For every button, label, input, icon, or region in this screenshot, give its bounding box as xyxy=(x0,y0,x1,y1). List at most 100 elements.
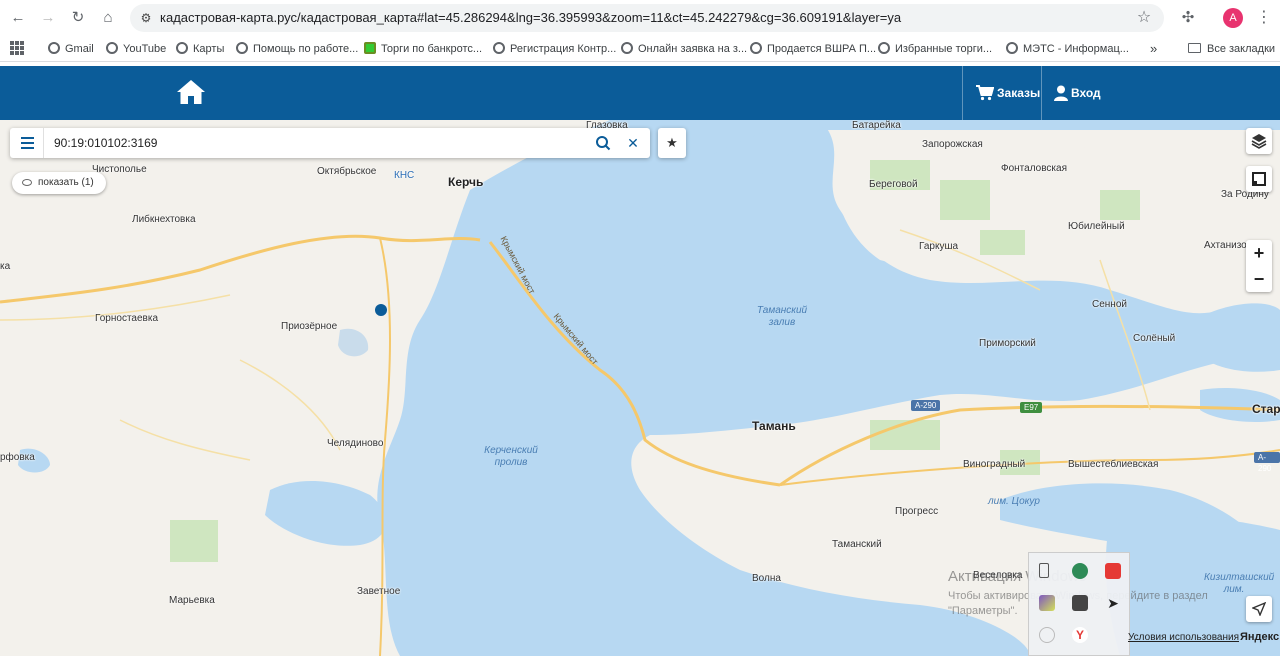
parcel-marker[interactable] xyxy=(375,304,387,316)
torgi-favicon-icon xyxy=(364,42,376,54)
cadastral-number-input[interactable] xyxy=(54,128,554,158)
place-label: Марьевка xyxy=(169,595,215,606)
forward-arrow-icon[interactable]: → xyxy=(38,8,58,28)
place-label: Челядиново xyxy=(327,438,384,449)
fullscreen-button[interactable] xyxy=(1246,166,1272,192)
eye-icon xyxy=(22,179,32,186)
search-icon[interactable] xyxy=(595,135,611,151)
bookmark-item[interactable]: YouTube xyxy=(106,39,166,59)
address-bar[interactable]: ⚙ кадастровая-карта.рус/кадастровая_карт… xyxy=(130,4,1164,32)
place-label: КНС xyxy=(394,170,415,181)
favorites-star-button[interactable]: ★ xyxy=(658,128,686,158)
show-results-button[interactable]: показать (1) xyxy=(12,172,106,194)
globe-icon xyxy=(176,42,188,54)
water-label: Таманский залив xyxy=(756,305,808,328)
road-shield: A-290 xyxy=(1254,452,1280,473)
globe-icon xyxy=(106,42,118,54)
expand-icon xyxy=(1252,172,1266,186)
bookmark-item[interactable]: МЭТС - Информац... xyxy=(1006,39,1129,59)
place-label: ка xyxy=(0,261,11,272)
globe-icon xyxy=(48,42,60,54)
terms-of-use-link[interactable]: Условия использования xyxy=(1128,632,1239,643)
reload-icon[interactable]: ↻ xyxy=(68,8,88,28)
road-shield: E97 xyxy=(1020,402,1043,413)
place-label: Либкнехтовка xyxy=(132,214,196,225)
mail-app-icon[interactable] xyxy=(1072,595,1088,611)
home-browser-icon[interactable]: ⌂ xyxy=(98,8,118,28)
map-view[interactable]: Глазовка Чистополье Октябрьское КНС Керч… xyxy=(0,120,1280,656)
globe-icon xyxy=(621,42,633,54)
more-bookmarks-button[interactable]: » xyxy=(1150,39,1157,59)
apps-grid-icon[interactable] xyxy=(10,41,24,55)
place-label: Горностаевка xyxy=(95,313,159,324)
login-button[interactable]: Вход xyxy=(1054,66,1101,120)
site-info-icon[interactable]: ⚙ xyxy=(138,10,154,26)
url-text[interactable]: кадастровая-карта.рус/кадастровая_карта#… xyxy=(160,4,901,32)
place-label: Фонталовская xyxy=(1001,163,1067,174)
profile-avatar[interactable]: A xyxy=(1223,8,1243,28)
place-label: Керчь xyxy=(448,175,484,189)
cloud-app-icon[interactable] xyxy=(1039,627,1055,643)
back-arrow-icon[interactable]: ← xyxy=(8,8,28,28)
water-label: лим. Цокур xyxy=(988,496,1040,507)
record-app-icon[interactable] xyxy=(1105,563,1121,579)
yandex-logo: Яндекс xyxy=(1240,631,1280,643)
browser-menu-icon[interactable]: ⋮ xyxy=(1256,8,1272,28)
pen-app-icon[interactable] xyxy=(1039,595,1055,611)
bookmark-item[interactable]: Помощь по работе... xyxy=(236,39,358,59)
zoom-in-button[interactable]: + xyxy=(1246,240,1272,266)
place-label: Прогресс xyxy=(895,506,939,517)
globe-icon xyxy=(236,42,248,54)
place-label: Стар xyxy=(1252,402,1280,416)
bookmark-item[interactable]: Торги по банкротс... xyxy=(364,39,482,59)
globe-icon xyxy=(878,42,890,54)
place-label: Гаркуша xyxy=(919,241,959,252)
folder-icon xyxy=(1188,43,1201,53)
place-label: Батарейка xyxy=(852,120,901,131)
header-divider xyxy=(1041,66,1042,120)
place-label: Вышестеблиевская xyxy=(1068,459,1159,470)
place-label: Виноградный xyxy=(963,459,1026,470)
layers-icon xyxy=(1251,134,1267,149)
browser-toolbar: ← → ↻ ⌂ ⚙ кадастровая-карта.рус/кадастро… xyxy=(0,0,1280,36)
bookmark-item[interactable]: Избранные торги... xyxy=(878,39,992,59)
globe-icon xyxy=(493,42,505,54)
bookmark-item[interactable]: Карты xyxy=(176,39,224,59)
user-icon xyxy=(1054,85,1068,101)
home-icon[interactable] xyxy=(176,78,206,106)
menu-icon[interactable] xyxy=(10,128,44,158)
extensions-icon[interactable]: ✣ xyxy=(1178,8,1198,28)
telegram-icon[interactable]: ➤ xyxy=(1105,595,1121,611)
yandex-browser-icon[interactable]: Y xyxy=(1072,627,1088,643)
layers-button[interactable] xyxy=(1246,128,1272,154)
zoom-control: + − xyxy=(1246,240,1272,292)
zoom-out-button[interactable]: − xyxy=(1246,266,1272,292)
water-label: Керченский пролив xyxy=(484,445,538,468)
bookmark-item[interactable]: Регистрация Контр... xyxy=(493,39,616,59)
globe-icon xyxy=(1006,42,1018,54)
road-shield: A-290 xyxy=(911,400,941,411)
place-label: Ахтанизо xyxy=(1204,240,1247,251)
water-label: Кизилташский лим. xyxy=(1204,572,1275,595)
place-label: Заветное xyxy=(357,586,401,597)
security-shield-icon[interactable] xyxy=(1072,563,1088,579)
place-label: Приозёрное xyxy=(281,321,338,332)
place-label: Волна xyxy=(752,573,781,584)
place-label: Юбилейный xyxy=(1068,221,1125,232)
cart-icon xyxy=(976,85,995,101)
place-label: Сенной xyxy=(1092,299,1127,310)
usb-drive-icon[interactable] xyxy=(1039,563,1049,578)
place-label: рфовка xyxy=(0,452,35,463)
bookmark-item[interactable]: Gmail xyxy=(48,39,94,59)
place-label: Береговой xyxy=(869,179,918,190)
place-label: Приморский xyxy=(979,338,1036,349)
bookmark-item[interactable]: Онлайн заявка на з... xyxy=(621,39,747,59)
geolocate-button[interactable] xyxy=(1246,596,1272,622)
globe-icon xyxy=(750,42,762,54)
close-icon[interactable]: ✕ xyxy=(625,133,641,153)
all-bookmarks-button[interactable]: Все закладки xyxy=(1188,39,1275,59)
bookmark-star-icon[interactable]: ☆ xyxy=(1134,8,1154,28)
orders-button[interactable]: Заказы xyxy=(976,66,1040,120)
place-label: Запорожская xyxy=(922,139,983,150)
bookmark-item[interactable]: Продается ВШРА П... xyxy=(750,39,876,59)
